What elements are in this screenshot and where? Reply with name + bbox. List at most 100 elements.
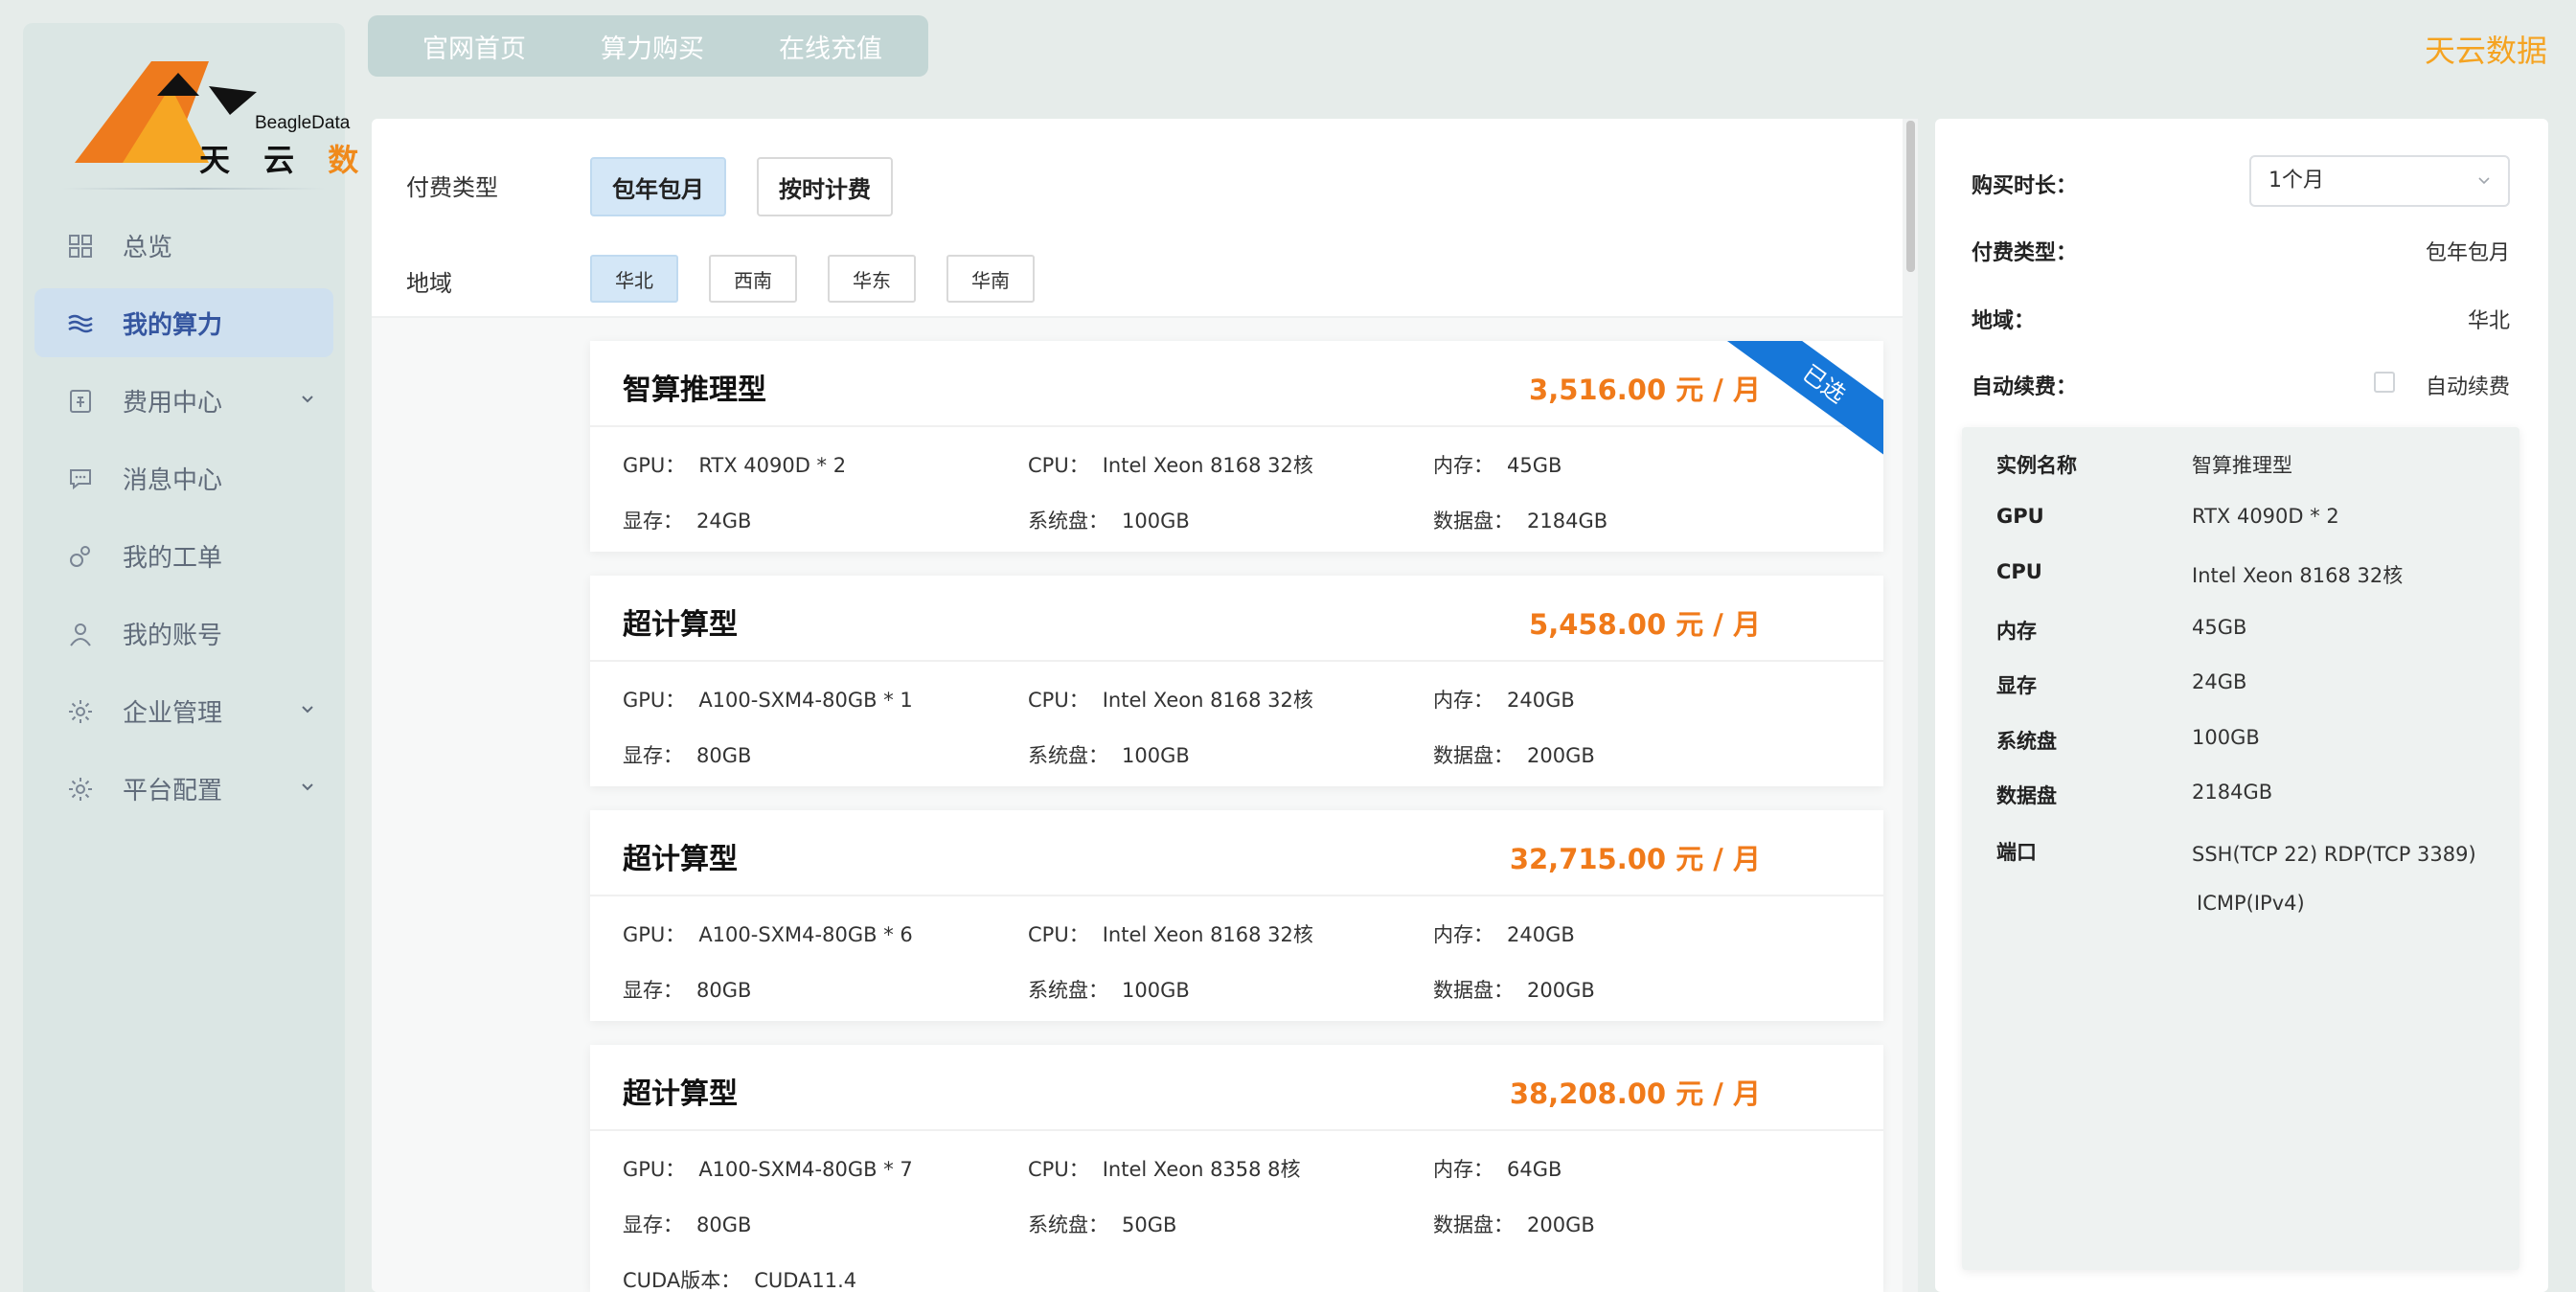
sidebar-item-enterprise[interactable]: 企业管理 bbox=[34, 676, 333, 745]
top-nav: 官网首页 算力购买 在线充值 bbox=[368, 15, 928, 77]
card-title: 超计算型 bbox=[623, 608, 738, 642]
spec-data-disk: 数据盘： 200GB bbox=[1433, 979, 1595, 1002]
pay-type-hourly-button[interactable]: 按时计费 bbox=[757, 157, 893, 216]
spec-vram: 显存： 80GB bbox=[623, 979, 752, 1002]
detail-value: SSH(TCP 22) RDP(TCP 3389) bbox=[2192, 843, 2476, 866]
duration-select[interactable]: 1个月 bbox=[2249, 155, 2510, 207]
sidebar: BeagleData 天 云 数 据 总览 我的算力 费用中心 消息中心 我的工… bbox=[23, 23, 422, 1292]
auto-renew-label: 自动续费： bbox=[1972, 375, 2078, 399]
spec-data-disk: 数据盘： 2184GB bbox=[1433, 510, 1608, 533]
product-card[interactable]: 超计算型 38,208.00 元 / 月 GPU： A100-SXM4-80GB … bbox=[590, 1045, 1883, 1292]
sidebar-item-label: 消息中心 bbox=[123, 465, 223, 495]
spec-vram: 显存： 24GB bbox=[623, 510, 752, 533]
sidebar-item-label: 企业管理 bbox=[123, 698, 223, 728]
pay-type-label: 付费类型 bbox=[406, 174, 498, 201]
spec-system-disk: 系统盘： 50GB bbox=[1028, 1213, 1177, 1236]
sidebar-item-account[interactable]: 我的账号 bbox=[34, 599, 333, 668]
region-north-button[interactable]: 华北 bbox=[590, 255, 678, 303]
sidebar-item-my-compute[interactable]: 我的算力 bbox=[34, 288, 333, 357]
gear-icon bbox=[69, 700, 92, 723]
region-east-button[interactable]: 华东 bbox=[828, 255, 916, 303]
card-header: 超计算型 38,208.00 元 / 月 bbox=[590, 1045, 1883, 1131]
logo-english: BeagleData bbox=[255, 113, 351, 133]
card-price: 38,208.00 元 / 月 bbox=[1509, 1077, 1761, 1110]
product-card[interactable]: 超计算型 32,715.00 元 / 月 GPU： A100-SXM4-80GB … bbox=[590, 810, 1883, 1021]
sidebar-nav: 总览 我的算力 费用中心 消息中心 我的工单 我的账号 企业管理 平台配置 bbox=[34, 211, 356, 831]
spec-gpu: GPU： A100-SXM4-80GB * 6 bbox=[623, 923, 913, 946]
pay-type-label: 付费类型： bbox=[1972, 241, 2078, 265]
logo-divider bbox=[61, 188, 326, 190]
spec-memory: 内存： 64GB bbox=[1433, 1158, 1562, 1181]
sidebar-item-messages[interactable]: 消息中心 bbox=[34, 443, 333, 512]
detail-value: Intel Xeon 8168 32核 bbox=[2192, 564, 2404, 587]
detail-key: 数据盘 bbox=[1996, 784, 2057, 807]
region-value: 华北 bbox=[2467, 309, 2510, 333]
region-south-button[interactable]: 华南 bbox=[946, 255, 1035, 303]
spec-memory: 内存： 240GB bbox=[1433, 923, 1575, 946]
sidebar-item-label: 费用中心 bbox=[123, 388, 223, 418]
detail-value: ICMP(IPv4) bbox=[2197, 892, 2305, 915]
topnav-home-link[interactable]: 官网首页 bbox=[422, 28, 526, 65]
region-southwest-button[interactable]: 西南 bbox=[709, 255, 797, 303]
spec-gpu: GPU： A100-SXM4-80GB * 1 bbox=[623, 689, 913, 712]
pay-type-yearly-monthly-button[interactable]: 包年包月 bbox=[590, 157, 726, 216]
card-header: 智算推理型 3,516.00 元 / 月 已选 bbox=[590, 341, 1883, 465]
spec-data-disk: 数据盘： 200GB bbox=[1433, 1213, 1595, 1236]
ticket-icon bbox=[70, 546, 90, 567]
detail-key: 实例名称 bbox=[1996, 454, 2077, 477]
sidebar-item-platform-config[interactable]: 平台配置 bbox=[34, 754, 333, 823]
sidebar-item-tickets[interactable]: 我的工单 bbox=[34, 521, 333, 590]
product-card[interactable]: 智算推理型 3,516.00 元 / 月 已选 GPU： RTX 4090D * … bbox=[590, 341, 1883, 552]
card-title: 超计算型 bbox=[623, 1077, 738, 1111]
spec-cpu: CPU： Intel Xeon 8358 8核 bbox=[1028, 1158, 1301, 1181]
card-price: 5,458.00 元 / 月 bbox=[1529, 608, 1761, 641]
spec-system-disk: 系统盘： 100GB bbox=[1028, 979, 1190, 1002]
card-title: 超计算型 bbox=[623, 843, 738, 876]
auto-renew-checkbox[interactable] bbox=[2374, 372, 2395, 393]
auto-renew-checkbox-label[interactable]: 自动续费 bbox=[2426, 370, 2510, 400]
sidebar-item-label: 我的工单 bbox=[123, 543, 223, 573]
sidebar-item-label: 我的算力 bbox=[123, 310, 223, 340]
region-label: 地域 bbox=[406, 270, 452, 297]
spec-system-disk: 系统盘： 100GB bbox=[1028, 510, 1190, 533]
detail-value: 2184GB bbox=[2192, 781, 2273, 804]
brand-name: 天云数据 bbox=[2424, 33, 2547, 69]
card-header: 超计算型 32,715.00 元 / 月 bbox=[590, 810, 1883, 896]
spec-cpu: CPU： Intel Xeon 8168 32核 bbox=[1028, 923, 1313, 946]
scrollbar-track[interactable] bbox=[1903, 119, 1918, 1292]
detail-value: 100GB bbox=[2192, 726, 2260, 749]
sidebar-item-label: 我的账号 bbox=[123, 621, 223, 650]
compute-icon bbox=[68, 314, 93, 333]
spec-gpu: GPU： A100-SXM4-80GB * 7 bbox=[623, 1158, 913, 1181]
spec-system-disk: 系统盘： 100GB bbox=[1028, 744, 1190, 767]
card-title: 智算推理型 bbox=[623, 374, 766, 407]
spec-vram: 显存： 80GB bbox=[623, 1213, 752, 1236]
spec-vram: 显存： 80GB bbox=[623, 744, 752, 767]
spec-gpu: GPU： RTX 4090D * 2 bbox=[623, 454, 847, 477]
card-header: 超计算型 5,458.00 元 / 月 bbox=[590, 576, 1883, 662]
detail-key: 系统盘 bbox=[1996, 730, 2057, 753]
spec-memory: 内存： 45GB bbox=[1433, 454, 1562, 477]
logo[interactable]: BeagleData 天 云 数 据 bbox=[65, 38, 422, 178]
spec-cuda: CUDA版本： CUDA11.4 bbox=[623, 1269, 857, 1292]
duration-select-value: 1个月 bbox=[2268, 169, 2324, 193]
product-card[interactable]: 超计算型 5,458.00 元 / 月 GPU： A100-SXM4-80GB *… bbox=[590, 576, 1883, 786]
detail-value: 24GB bbox=[2192, 670, 2247, 693]
sidebar-item-billing[interactable]: 费用中心 bbox=[34, 366, 333, 435]
chevron-down-icon bbox=[2478, 177, 2490, 185]
chevron-down-icon bbox=[302, 396, 313, 403]
detail-key: CPU bbox=[1996, 560, 2042, 583]
main-panel: 付费类型 包年包月 按时计费 地域 华北 西南 华东 华南 智算推理型 3,51… bbox=[372, 119, 1918, 1292]
order-summary-panel: 购买时长： 1个月 付费类型： 包年包月 地域： 华北 自动续费： 自动续费 实… bbox=[1935, 119, 2548, 1292]
topnav-buy-compute-link[interactable]: 算力购买 bbox=[601, 28, 704, 65]
sidebar-item-overview[interactable]: 总览 bbox=[34, 211, 333, 280]
scrollbar-thumb[interactable] bbox=[1906, 121, 1915, 272]
chevron-down-icon bbox=[302, 706, 313, 714]
detail-key: 显存 bbox=[1996, 674, 2037, 697]
card-price: 3,516.00 元 / 月 bbox=[1529, 374, 1761, 406]
detail-value: 智算推理型 bbox=[2192, 454, 2292, 477]
chevron-down-icon bbox=[302, 783, 313, 791]
message-icon bbox=[70, 469, 91, 490]
topnav-recharge-link[interactable]: 在线充值 bbox=[779, 28, 882, 65]
detail-value: RTX 4090D * 2 bbox=[2192, 505, 2339, 528]
